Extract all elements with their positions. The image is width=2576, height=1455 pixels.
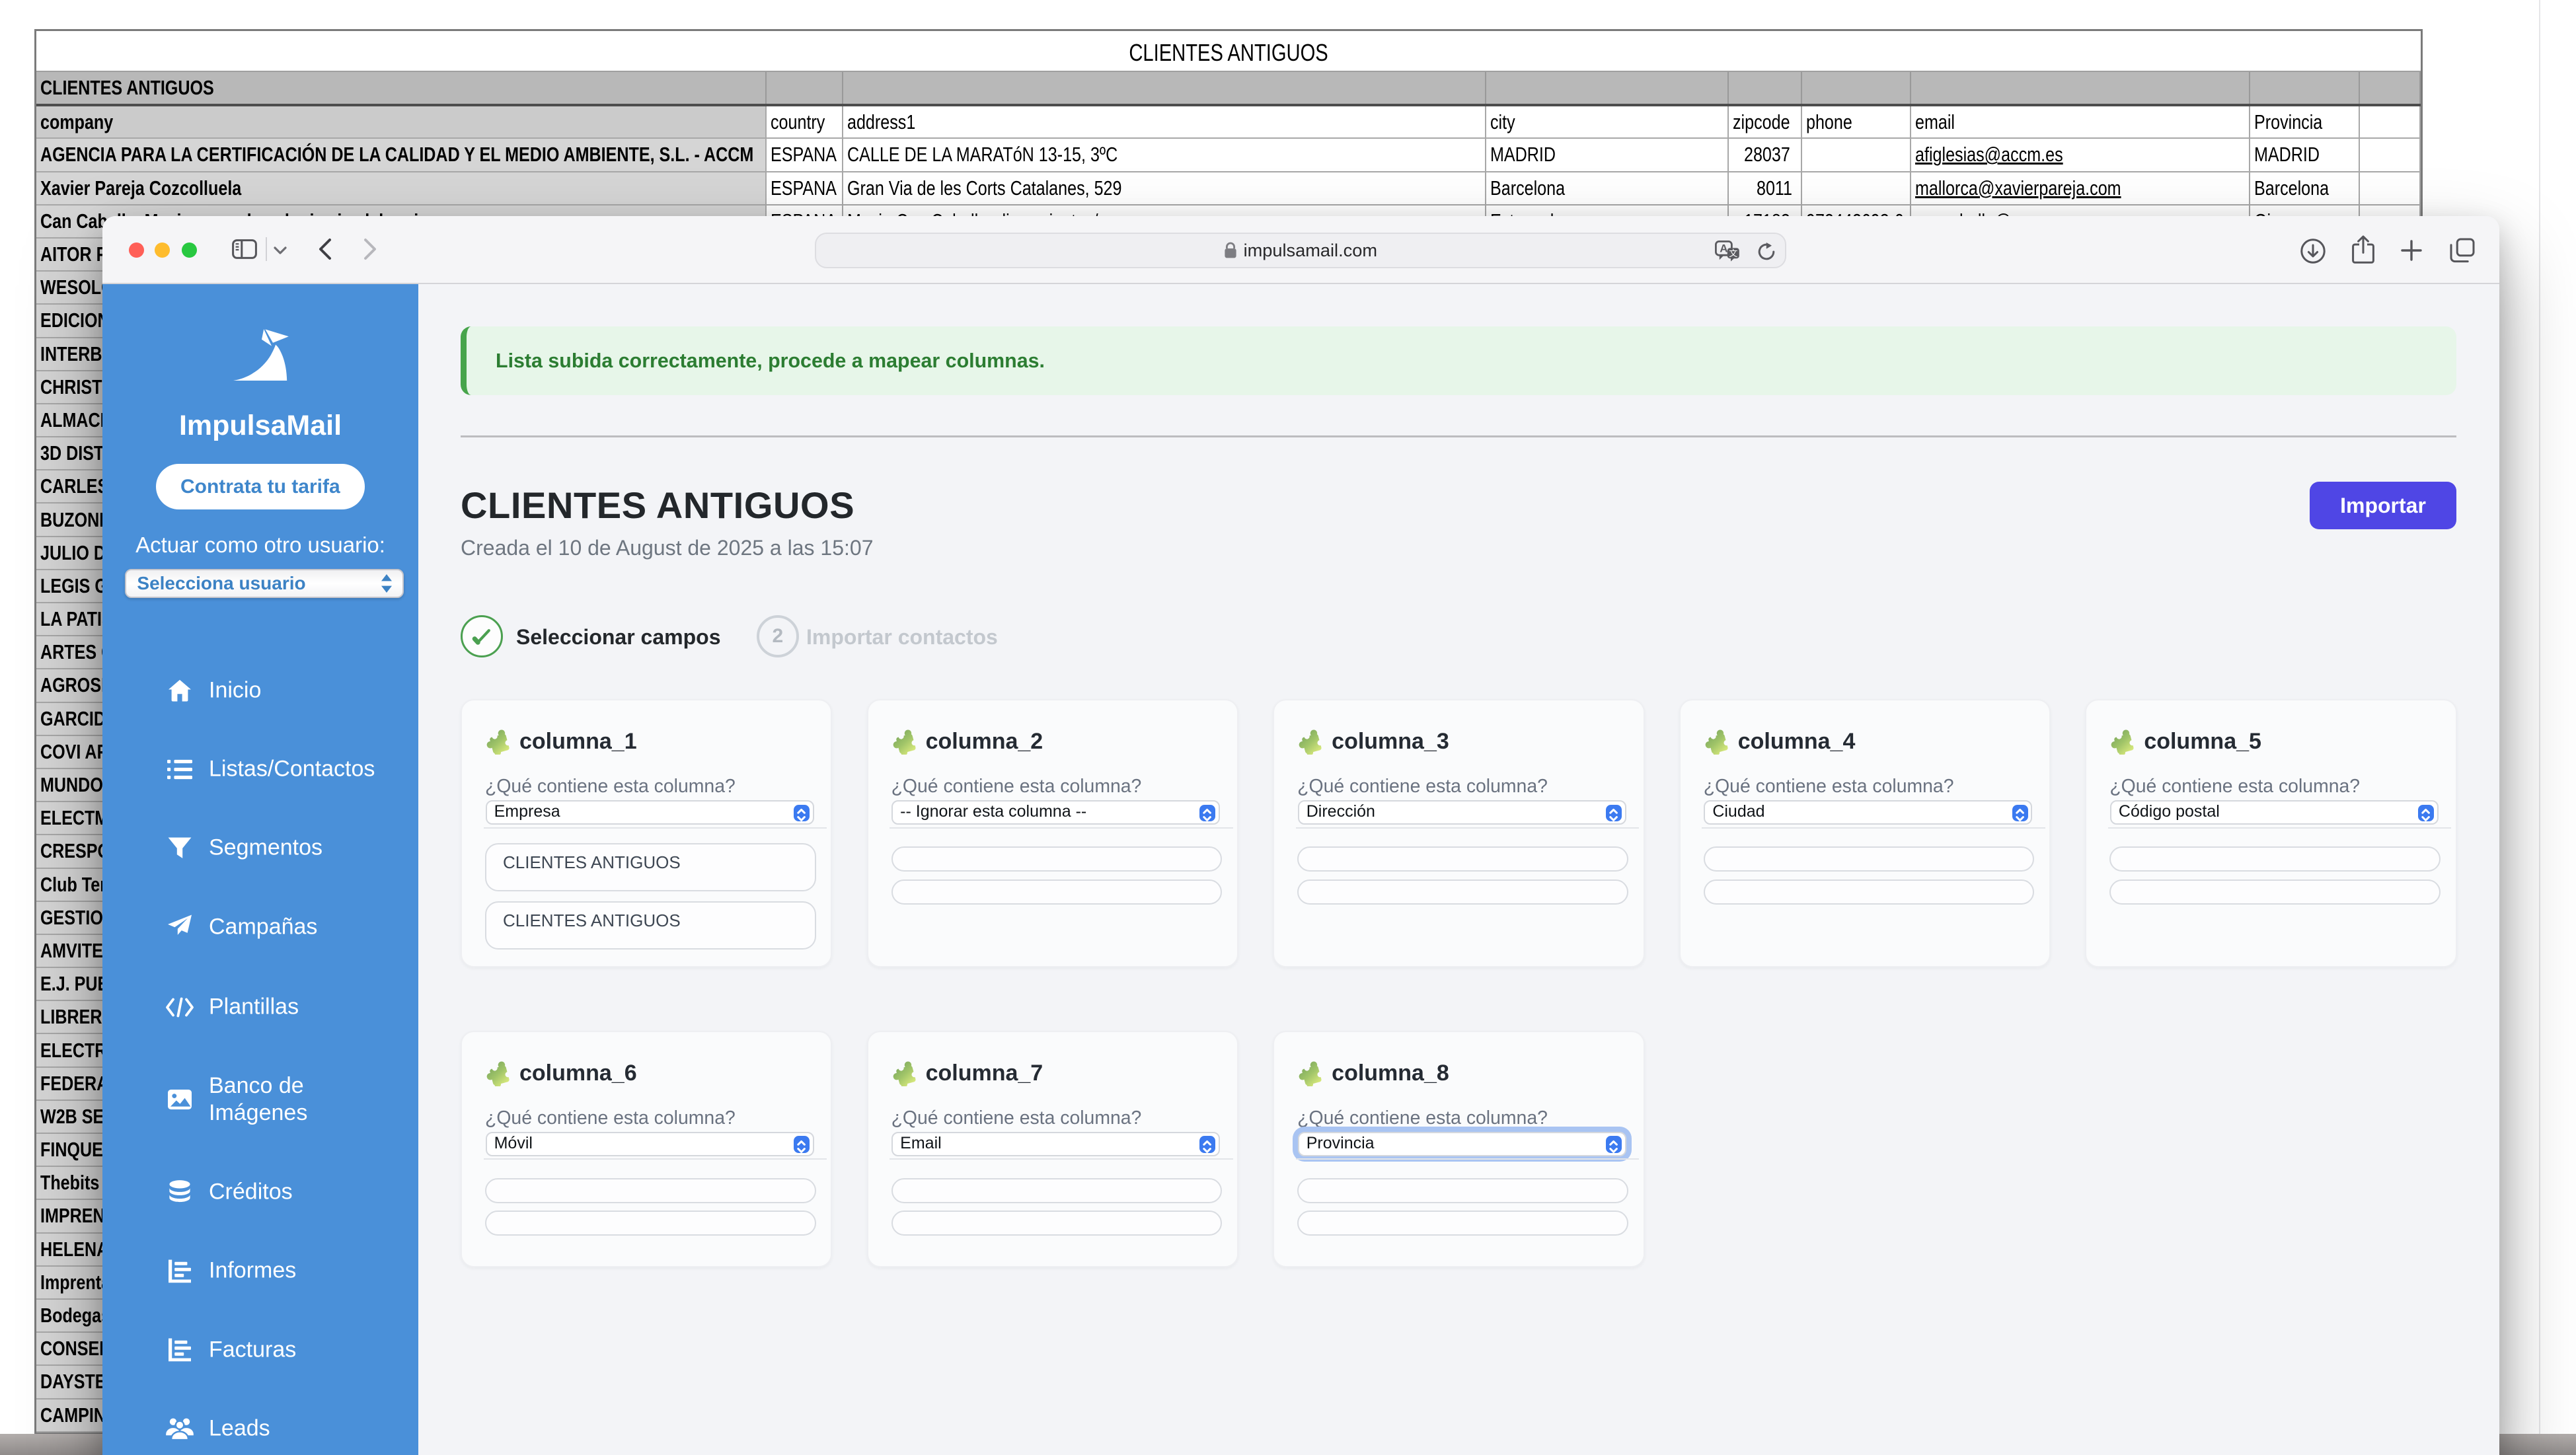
svg-text:A: A [1720,243,1727,255]
svg-text:文: 文 [1729,248,1737,258]
